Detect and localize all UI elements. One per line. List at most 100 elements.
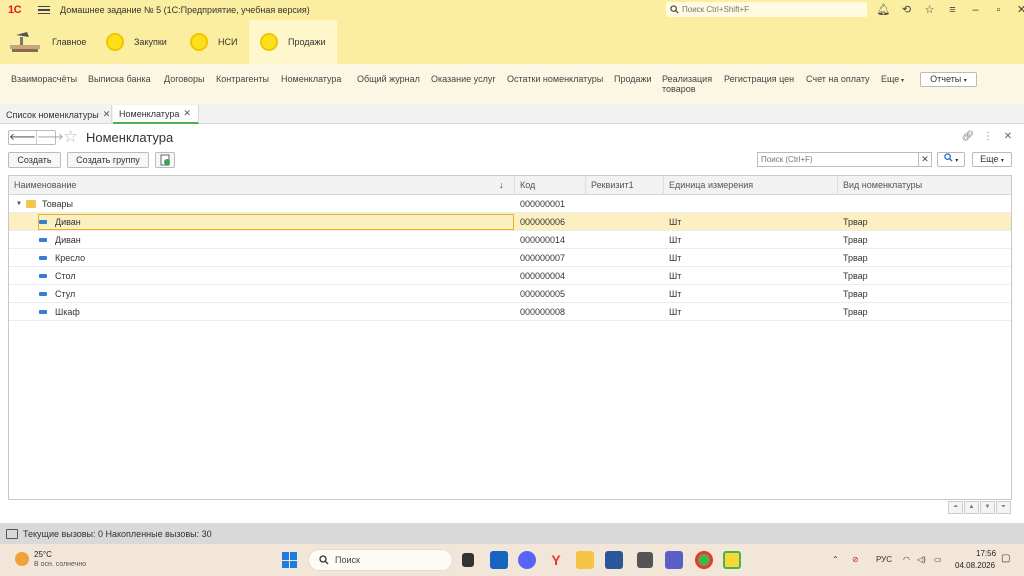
- notifications-icon[interactable]: ▢: [1001, 553, 1010, 564]
- chevron-down-icon: ▾: [963, 78, 967, 84]
- item-icon: [39, 310, 47, 314]
- table-header: Наименование ↓ Код Реквизит1 Единица изм…: [9, 176, 1011, 195]
- search-input[interactable]: [757, 152, 919, 167]
- clear-search-icon[interactable]: ✕: [918, 152, 932, 167]
- scroll-last-icon[interactable]: ⏷: [996, 501, 1011, 514]
- chrome-icon[interactable]: [695, 551, 713, 569]
- scroll-first-icon[interactable]: ⏶: [948, 501, 963, 514]
- fn-more[interactable]: Еще: [881, 74, 904, 86]
- fn-services[interactable]: Оказание услуг: [431, 74, 496, 84]
- add-by-copy-button[interactable]: [155, 152, 175, 168]
- back-arrow-icon[interactable]: 🡐: [9, 131, 36, 144]
- fn-mutual-settlements[interactable]: Взаиморасчёты: [11, 74, 77, 84]
- section-nsi[interactable]: НСИ: [190, 20, 237, 64]
- link-icon[interactable]: 🔗︎: [958, 131, 978, 142]
- app-icon[interactable]: [637, 552, 653, 568]
- section-sales[interactable]: Продажи: [249, 20, 337, 64]
- table-row-group[interactable]: ▼ Товары 000000001: [9, 195, 1011, 213]
- create-group-button[interactable]: Создать группу: [67, 152, 149, 168]
- tab-nomenclature[interactable]: Номенклатура ✕: [113, 105, 199, 124]
- more-vertical-icon[interactable]: ⋮: [978, 131, 998, 142]
- table-row[interactable]: Шкаф 000000008 Шт Трвар: [9, 303, 1011, 321]
- column-header-name[interactable]: Наименование: [9, 176, 515, 195]
- clock-time[interactable]: 17:56: [976, 549, 996, 558]
- fn-invoice[interactable]: Счет на оплату: [806, 74, 870, 84]
- column-header-kind[interactable]: Вид номенклатуры: [838, 176, 1011, 195]
- outlook-icon[interactable]: [490, 551, 508, 569]
- teams-icon[interactable]: [665, 551, 683, 569]
- weather-sun-icon[interactable]: [15, 552, 29, 566]
- fn-counterparties[interactable]: Контрагенты: [216, 74, 269, 84]
- history-icon[interactable]: ⟲: [895, 3, 918, 17]
- forward-arrow-icon[interactable]: 🡒: [35, 131, 64, 144]
- close-tab-icon[interactable]: ✕: [183, 108, 191, 119]
- section-main[interactable]: Главное: [8, 20, 86, 64]
- 1c-enterprise-icon[interactable]: [723, 551, 741, 569]
- star-icon[interactable]: ☆: [918, 3, 941, 17]
- create-button[interactable]: Создать: [8, 152, 61, 168]
- section-purchases[interactable]: Закупки: [106, 20, 167, 64]
- more-button[interactable]: Еще ▾: [972, 152, 1012, 167]
- restore-icon[interactable]: ▫: [987, 3, 1010, 17]
- taskbar-search[interactable]: Поиск: [308, 549, 453, 571]
- language-indicator[interactable]: РУС: [876, 555, 892, 564]
- table-row[interactable]: Диван 000000014 Шт Трвар: [9, 231, 1011, 249]
- bell-icon[interactable]: 🔔︎: [872, 3, 895, 17]
- column-header-attr1[interactable]: Реквизит1: [586, 176, 664, 195]
- weather-temperature[interactable]: 25°C: [34, 550, 52, 559]
- column-header-unit[interactable]: Единица измерения: [664, 176, 838, 195]
- tab-nomenclature-list[interactable]: Список номенклатуры ✕: [0, 105, 112, 124]
- global-search-input[interactable]: [682, 5, 862, 14]
- fn-nomenclature[interactable]: Номенклатура: [281, 74, 341, 84]
- scroll-up-icon[interactable]: ▲: [964, 501, 979, 514]
- table-row[interactable]: Стол 000000004 Шт Трвар: [9, 267, 1011, 285]
- table-row[interactable]: Стул 000000005 Шт Трвар: [9, 285, 1011, 303]
- item-icon: [39, 220, 47, 224]
- battery-icon[interactable]: ▭: [934, 555, 942, 564]
- fn-price-registration[interactable]: Регистрация цен: [724, 74, 794, 84]
- table-row[interactable]: Диван 000000006 Шт Трвар: [9, 213, 1011, 231]
- scroll-down-icon[interactable]: ▼: [980, 501, 995, 514]
- sort-arrow-down-icon[interactable]: ↓: [499, 176, 504, 195]
- yandex-browser-icon[interactable]: Y: [547, 551, 565, 569]
- fn-contracts[interactable]: Договоры: [164, 74, 204, 84]
- windows-start-icon[interactable]: [282, 552, 298, 568]
- column-header-code[interactable]: Код: [515, 176, 586, 195]
- close-form-icon[interactable]: ✕: [998, 131, 1018, 142]
- search-icon: [319, 555, 329, 565]
- discord-icon[interactable]: [518, 551, 536, 569]
- fn-general-journal[interactable]: Общий журнал: [357, 74, 420, 84]
- nomenclature-table[interactable]: Наименование ↓ Код Реквизит1 Единица изм…: [8, 175, 1012, 500]
- close-tab-icon[interactable]: ✕: [103, 109, 111, 120]
- fn-stock-balances[interactable]: Остатки номенклатуры: [507, 74, 603, 84]
- table-row[interactable]: Кресло 000000007 Шт Трвар: [9, 249, 1011, 267]
- minimize-icon[interactable]: –: [964, 3, 987, 17]
- sections-panel: Главное Закупки НСИ Продажи: [0, 20, 1024, 64]
- volume-icon[interactable]: ◁): [917, 555, 926, 564]
- wifi-icon[interactable]: ◠: [903, 555, 910, 564]
- 1c-logo[interactable]: 1С: [8, 4, 30, 16]
- expand-triangle-icon[interactable]: ▼: [16, 195, 22, 213]
- fn-goods-sales[interactable]: Реализация товаров: [662, 74, 718, 94]
- word-icon[interactable]: [605, 551, 623, 569]
- chevron-up-icon[interactable]: ⌃: [832, 555, 839, 564]
- find-button[interactable]: ▾: [937, 152, 965, 167]
- calls-counter: Текущие вызовы: 0 Накопленные вызовы: 30: [23, 528, 212, 539]
- favorite-star-icon[interactable]: ☆: [63, 127, 78, 147]
- reports-button[interactable]: Отчеты ▾: [920, 72, 977, 87]
- close-icon[interactable]: ✕: [1010, 3, 1024, 17]
- search-icon: [943, 153, 953, 162]
- fn-sales[interactable]: Продажи: [614, 74, 652, 84]
- settings-menu-icon[interactable]: ≡: [941, 3, 964, 17]
- main-menu-icon[interactable]: [38, 5, 50, 15]
- task-view-icon[interactable]: [462, 553, 474, 567]
- fn-bank-statement[interactable]: Выписка банка: [88, 74, 151, 84]
- search-icon: [670, 5, 679, 14]
- global-search[interactable]: [666, 2, 867, 17]
- weather-description[interactable]: В осн. солнечно: [34, 561, 86, 568]
- monitor-icon[interactable]: [6, 528, 18, 539]
- network-alert-icon[interactable]: ⊘: [852, 555, 859, 564]
- yellow-circle-icon: [260, 33, 278, 51]
- clock-date[interactable]: 04.08.2026: [955, 561, 995, 570]
- file-explorer-icon[interactable]: [576, 551, 594, 569]
